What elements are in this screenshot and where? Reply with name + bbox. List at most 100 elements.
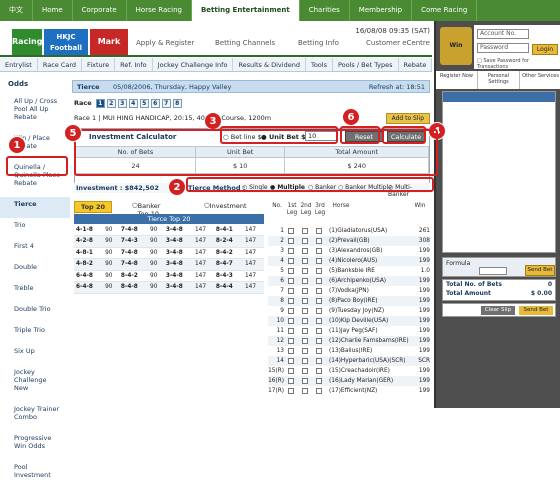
formula-send-bet-button[interactable]: Send Bet: [525, 265, 555, 276]
tab-top20[interactable]: Top 20: [74, 201, 112, 213]
personal-settings-link[interactable]: Personal Settings: [478, 71, 520, 89]
sidebar-item-jockey-trainer[interactable]: Jockey Trainer Combo: [0, 402, 70, 431]
race-5[interactable]: 5: [139, 98, 149, 108]
leg-checkbox[interactable]: [316, 287, 322, 294]
leg-checkbox[interactable]: [316, 297, 322, 304]
leg-checkbox[interactable]: [288, 237, 294, 244]
leg-checkbox[interactable]: [316, 367, 322, 374]
leg-checkbox[interactable]: [302, 377, 308, 384]
sidebar-item-trio[interactable]: Trio: [0, 218, 70, 239]
leg-checkbox[interactable]: [288, 307, 294, 314]
race-1[interactable]: 1: [95, 98, 105, 108]
leg-checkbox[interactable]: [302, 287, 308, 294]
sidebar-item-pool-investment[interactable]: Pool Investment: [0, 460, 70, 489]
tab-banker-top10[interactable]: ○ Banker Top 10: [132, 201, 160, 218]
leg-checkbox[interactable]: [302, 387, 308, 394]
sidebar-item-jockey-challenge[interactable]: Jockey Challenge New: [0, 365, 70, 402]
leg-checkbox[interactable]: [302, 347, 308, 354]
sidebar-item-first4[interactable]: First 4: [0, 239, 70, 260]
subnav-pools[interactable]: Pools / Bet Types: [333, 58, 399, 71]
leg-checkbox[interactable]: [316, 237, 322, 244]
race-2[interactable]: 2: [106, 98, 116, 108]
leg-checkbox[interactable]: [316, 227, 322, 234]
leg-checkbox[interactable]: [288, 337, 294, 344]
leg-checkbox[interactable]: [302, 337, 308, 344]
account-field[interactable]: Account No.: [477, 29, 529, 39]
leg-checkbox[interactable]: [288, 347, 294, 354]
add-to-slip-button[interactable]: Add to Slip: [385, 113, 430, 124]
leg-checkbox[interactable]: [288, 317, 294, 324]
leg-checkbox[interactable]: [302, 247, 308, 254]
race-4[interactable]: 4: [128, 98, 138, 108]
link-apply-register[interactable]: Apply & Register: [136, 39, 195, 47]
save-password-checkbox[interactable]: □ Save Password for Transactions: [477, 58, 560, 70]
leg-checkbox[interactable]: [316, 257, 322, 264]
leg-checkbox[interactable]: [302, 257, 308, 264]
race-7[interactable]: 7: [161, 98, 171, 108]
leg-checkbox[interactable]: [302, 307, 308, 314]
race-8[interactable]: 8: [172, 98, 182, 108]
sidebar-item-double-trio[interactable]: Double Trio: [0, 302, 70, 323]
leg-checkbox[interactable]: [302, 367, 308, 374]
send-bet-button[interactable]: Send Bet: [519, 306, 553, 315]
leg-checkbox[interactable]: [288, 227, 294, 234]
sidebar-item-treble[interactable]: Treble: [0, 281, 70, 302]
password-field[interactable]: Password: [477, 43, 529, 53]
leg-checkbox[interactable]: [288, 257, 294, 264]
leg-checkbox[interactable]: [316, 387, 322, 394]
nav-betting-entertainment[interactable]: Betting Entertainment: [191, 0, 300, 21]
leg-checkbox[interactable]: [288, 267, 294, 274]
leg-checkbox[interactable]: [316, 357, 322, 364]
subnav-tools[interactable]: Tools: [306, 58, 333, 71]
formula-select[interactable]: [479, 267, 507, 275]
tab-investment[interactable]: ○ Investment: [204, 201, 247, 210]
link-betting-channels[interactable]: Betting Channels: [215, 39, 275, 47]
sidebar-item-six-up[interactable]: Six Up: [0, 344, 70, 365]
leg-checkbox[interactable]: [302, 237, 308, 244]
leg-checkbox[interactable]: [316, 307, 322, 314]
leg-checkbox[interactable]: [288, 357, 294, 364]
subnav-jockey-challenge[interactable]: Jockey Challenge Info: [153, 58, 234, 71]
sidebar-item-triple-trio[interactable]: Triple Trio: [0, 323, 70, 344]
leg-checkbox[interactable]: [288, 377, 294, 384]
leg-checkbox[interactable]: [302, 327, 308, 334]
leg-checkbox[interactable]: [316, 317, 322, 324]
sidebar-item-tierce[interactable]: Tierce: [0, 197, 70, 218]
leg-checkbox[interactable]: [316, 247, 322, 254]
leg-checkbox[interactable]: [288, 327, 294, 334]
tab-racing[interactable]: Racing: [12, 29, 42, 55]
leg-checkbox[interactable]: [316, 327, 322, 334]
race-3[interactable]: 3: [117, 98, 127, 108]
leg-checkbox[interactable]: [316, 267, 322, 274]
race-6[interactable]: 6: [150, 98, 160, 108]
link-customer-ecentre[interactable]: Customer eCentre: [366, 39, 430, 47]
leg-checkbox[interactable]: [302, 357, 308, 364]
nav-corporate[interactable]: Corporate: [73, 0, 127, 21]
leg-checkbox[interactable]: [288, 367, 294, 374]
sidebar-item-double[interactable]: Double: [0, 260, 70, 281]
link-betting-info[interactable]: Betting Info: [298, 39, 339, 47]
subnav-fixture[interactable]: Fixture: [82, 58, 116, 71]
nav-horse-racing[interactable]: Horse Racing: [127, 0, 192, 21]
leg-checkbox[interactable]: [302, 317, 308, 324]
sidebar-item-progressive-win[interactable]: Progressive Win Odds: [0, 431, 70, 460]
leg-checkbox[interactable]: [288, 297, 294, 304]
clear-slip-button[interactable]: Clear Slip: [481, 306, 515, 315]
other-services-link[interactable]: Other Services: [520, 71, 560, 89]
leg-checkbox[interactable]: [302, 227, 308, 234]
subnav-results[interactable]: Results & Dividend: [233, 58, 306, 71]
leg-checkbox[interactable]: [288, 387, 294, 394]
leg-checkbox[interactable]: [288, 277, 294, 284]
register-now-link[interactable]: Register Now: [436, 71, 478, 89]
leg-checkbox[interactable]: [288, 247, 294, 254]
nav-charities[interactable]: Charities: [300, 0, 350, 21]
leg-checkbox[interactable]: [316, 337, 322, 344]
leg-checkbox[interactable]: [316, 277, 322, 284]
subnav-ref-info[interactable]: Ref. Info: [115, 58, 153, 71]
nav-come-racing[interactable]: Come Racing: [412, 0, 478, 21]
nav-membership[interactable]: Membership: [350, 0, 413, 21]
leg-checkbox[interactable]: [316, 377, 322, 384]
tab-mark-six[interactable]: Mark Six: [90, 29, 128, 72]
tab-hkjc-football[interactable]: HKJC Football: [44, 29, 88, 55]
leg-checkbox[interactable]: [302, 297, 308, 304]
